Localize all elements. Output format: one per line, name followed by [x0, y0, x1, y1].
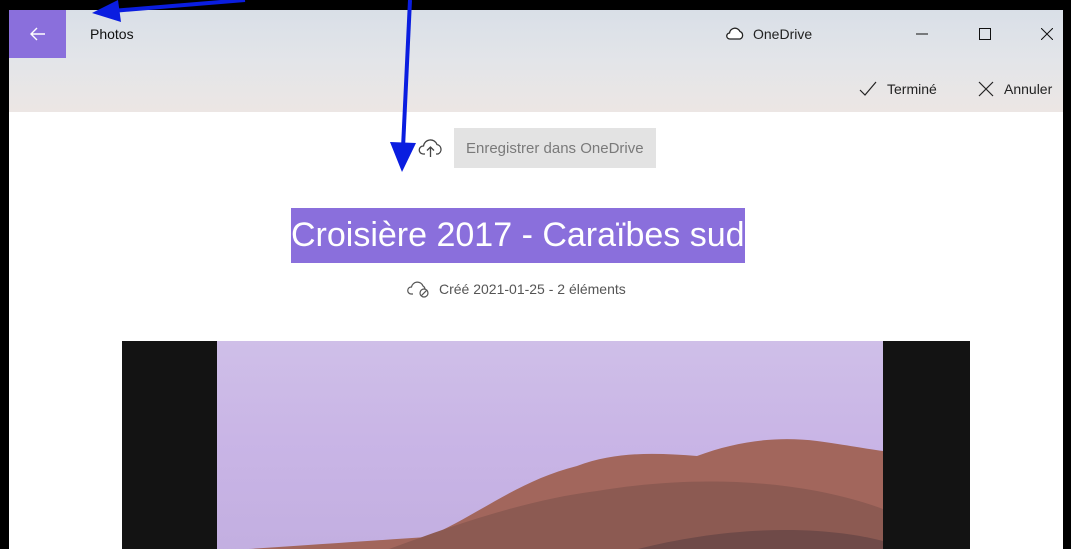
back-button[interactable] — [9, 10, 66, 58]
album-title-input[interactable]: Croisière 2017 - Caraïbes sud — [291, 208, 745, 263]
minimize-button[interactable] — [892, 10, 952, 58]
cloud-icon — [726, 27, 744, 40]
cloud-upload-icon — [418, 139, 442, 157]
close-icon — [978, 81, 994, 97]
album-cover-photo[interactable] — [122, 341, 970, 549]
done-label: Terminé — [887, 81, 937, 97]
cancel-button[interactable]: Annuler — [978, 74, 1052, 104]
checkmark-icon — [859, 81, 877, 96]
save-to-onedrive-row: Enregistrer dans OneDrive — [418, 128, 656, 168]
app-window: Photos OneDrive Terminé Annuler Enregist… — [0, 0, 1071, 549]
onedrive-status-button[interactable]: OneDrive — [725, 10, 812, 58]
app-title: Photos — [90, 26, 134, 42]
close-icon — [1041, 28, 1053, 40]
save-to-onedrive-button[interactable]: Enregistrer dans OneDrive — [454, 128, 656, 168]
cancel-label: Annuler — [1004, 81, 1053, 97]
onedrive-label: OneDrive — [753, 26, 813, 42]
maximize-button[interactable] — [955, 10, 1015, 58]
arrow-left-icon — [29, 27, 45, 41]
cloud-off-icon — [407, 281, 429, 298]
done-button[interactable]: Terminé — [859, 74, 937, 104]
album-meta: Créé 2021-01-25 - 2 éléments — [407, 280, 626, 298]
cover-image — [217, 341, 883, 549]
close-button[interactable] — [1017, 10, 1063, 58]
minimize-icon — [916, 33, 928, 35]
hillside-landscape — [248, 439, 883, 549]
album-meta-text: Créé 2021-01-25 - 2 éléments — [439, 281, 626, 297]
maximize-icon — [979, 28, 991, 40]
